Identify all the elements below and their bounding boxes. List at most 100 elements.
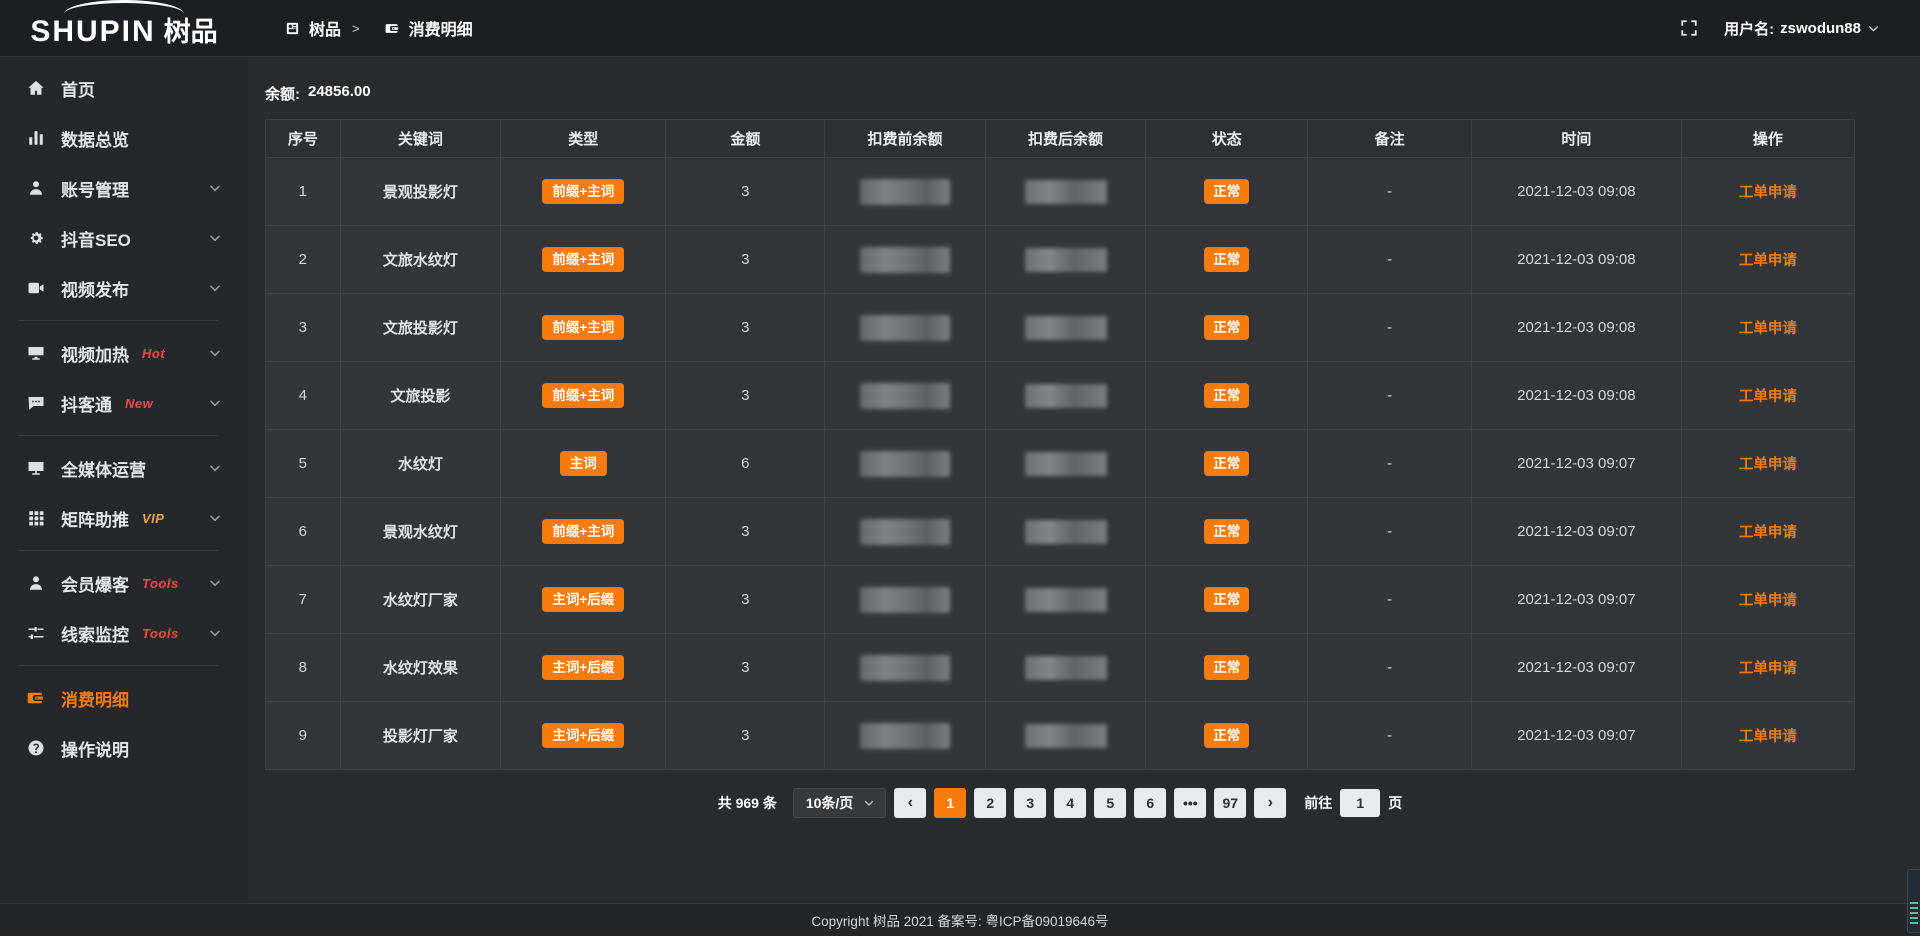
cell-time: 2021-12-03 09:08 bbox=[1471, 362, 1681, 430]
fullscreen-icon[interactable] bbox=[1680, 19, 1698, 37]
cell-remark: - bbox=[1308, 498, 1472, 566]
cell-balance-after bbox=[985, 566, 1145, 634]
page-button-1[interactable]: 1 bbox=[934, 788, 966, 818]
logo-arc bbox=[64, 0, 184, 14]
column-header: 操作 bbox=[1681, 120, 1854, 158]
balance-row: 余额: 24856.00 bbox=[265, 83, 1855, 104]
goto-page-input[interactable] bbox=[1340, 789, 1380, 817]
video-icon bbox=[27, 279, 45, 297]
sidebar-item-矩阵助推[interactable]: 矩阵助推VIP bbox=[0, 493, 248, 543]
work-order-link[interactable]: 工单申请 bbox=[1739, 253, 1797, 269]
column-header: 金额 bbox=[666, 120, 825, 158]
sidebar-item-消费明细[interactable]: 消费明细 bbox=[0, 673, 248, 723]
app-logo[interactable]: SHUPIN 树品 bbox=[0, 0, 248, 57]
page-size-select[interactable]: 10条/页 bbox=[793, 788, 886, 818]
redacted-balance-before bbox=[860, 587, 950, 613]
goto-suffix: 页 bbox=[1388, 793, 1402, 813]
chevron-down-icon bbox=[863, 797, 875, 809]
cell-amount: 6 bbox=[666, 430, 825, 498]
work-order-link[interactable]: 工单申请 bbox=[1739, 593, 1797, 609]
table-row: 1景观投影灯前缀+主词3正常-2021-12-03 09:08工单申请 bbox=[266, 158, 1855, 226]
page-button-3[interactable]: 3 bbox=[1014, 788, 1046, 818]
cell-status: 正常 bbox=[1146, 498, 1308, 566]
sidebar-item-数据总览[interactable]: 数据总览 bbox=[0, 113, 248, 163]
table-row: 5水纹灯主词6正常-2021-12-03 09:07工单申请 bbox=[266, 430, 1855, 498]
floating-widget[interactable] bbox=[1907, 869, 1920, 933]
sidebar-item-线索监控[interactable]: 线索监控Tools bbox=[0, 608, 248, 658]
page-button-5[interactable]: 5 bbox=[1094, 788, 1126, 818]
page-button-2[interactable]: 2 bbox=[974, 788, 1006, 818]
wallet-icon bbox=[385, 21, 400, 36]
page-buttons: 123456 ••• 97 bbox=[934, 788, 1246, 818]
work-order-link[interactable]: 工单申请 bbox=[1739, 661, 1797, 677]
cell-type: 前缀+主词 bbox=[501, 362, 666, 430]
work-order-link[interactable]: 工单申请 bbox=[1739, 185, 1797, 201]
next-page-button[interactable]: › bbox=[1254, 788, 1286, 818]
redacted-balance-after bbox=[1025, 724, 1107, 748]
status-badge: 正常 bbox=[1204, 383, 1249, 409]
cell-balance-before bbox=[825, 702, 985, 770]
sidebar-menu: 首页数据总览账号管理抖音SEO视频发布视频加热Hot抖客通New 全媒体运营矩阵助… bbox=[0, 63, 248, 773]
breadcrumb-item-current: 消费明细 bbox=[409, 16, 473, 40]
sidebar-divider bbox=[18, 550, 218, 551]
redacted-balance-after bbox=[1025, 384, 1107, 408]
cell-status: 正常 bbox=[1146, 362, 1308, 430]
sidebar-item-全媒体运营[interactable]: 全媒体运营 bbox=[0, 443, 248, 493]
chevron-down-icon bbox=[1867, 22, 1880, 35]
sidebar-item-视频发布[interactable]: 视频发布 bbox=[0, 263, 248, 313]
status-badge: 正常 bbox=[1204, 315, 1249, 341]
page-button-6[interactable]: 6 bbox=[1134, 788, 1166, 818]
cell-remark: - bbox=[1308, 430, 1472, 498]
work-order-link[interactable]: 工单申请 bbox=[1739, 729, 1797, 745]
cell-type: 主词+后缀 bbox=[501, 702, 666, 770]
sidebar-item-账号管理[interactable]: 账号管理 bbox=[0, 163, 248, 213]
sidebar-item-抖音SEO[interactable]: 抖音SEO bbox=[0, 213, 248, 263]
redacted-balance-before bbox=[860, 247, 950, 273]
cell-balance-after bbox=[985, 158, 1145, 226]
breadcrumb: 树品 > 消费明细 bbox=[285, 16, 473, 40]
cell-action: 工单申请 bbox=[1681, 702, 1854, 770]
cell-amount: 3 bbox=[666, 634, 825, 702]
column-header: 扣费后余额 bbox=[985, 120, 1145, 158]
cell-amount: 3 bbox=[666, 294, 825, 362]
user-menu[interactable]: 用户名: zswodun88 bbox=[1724, 18, 1880, 39]
page-button-4[interactable]: 4 bbox=[1054, 788, 1086, 818]
sidebar-item-视频加热[interactable]: 视频加热Hot bbox=[0, 328, 248, 378]
work-order-link[interactable]: 工单申请 bbox=[1739, 321, 1797, 337]
logo-text-cn: 树品 bbox=[164, 19, 218, 46]
cell-amount: 3 bbox=[666, 226, 825, 294]
sidebar-item-会员爆客[interactable]: 会员爆客Tools bbox=[0, 558, 248, 608]
work-order-link[interactable]: 工单申请 bbox=[1739, 457, 1797, 473]
sidebar-item-首页[interactable]: 首页 bbox=[0, 63, 248, 113]
redacted-balance-after bbox=[1025, 452, 1107, 476]
sidebar-item-抖客通[interactable]: 抖客通New bbox=[0, 378, 248, 428]
breadcrumb-item-home[interactable]: 树品 bbox=[309, 16, 341, 40]
cell-keyword: 景观水纹灯 bbox=[340, 498, 500, 566]
sidebar-item-label: 抖客通 bbox=[61, 391, 112, 416]
cell-keyword: 文旅水纹灯 bbox=[340, 226, 500, 294]
redacted-balance-before bbox=[860, 723, 950, 749]
prev-page-button[interactable]: ‹ bbox=[894, 788, 926, 818]
sidebar-item-操作说明[interactable]: 操作说明 bbox=[0, 723, 248, 773]
work-order-link[interactable]: 工单申请 bbox=[1739, 389, 1797, 405]
type-badge: 前缀+主词 bbox=[542, 247, 624, 273]
cell-index: 7 bbox=[266, 566, 341, 634]
page-ellipsis-button[interactable]: ••• bbox=[1174, 788, 1206, 818]
work-order-link[interactable]: 工单申请 bbox=[1739, 525, 1797, 541]
cell-keyword: 水纹灯厂家 bbox=[340, 566, 500, 634]
cell-amount: 3 bbox=[666, 362, 825, 430]
chevron-down-icon bbox=[206, 461, 224, 475]
cell-type: 主词+后缀 bbox=[501, 634, 666, 702]
cell-status: 正常 bbox=[1146, 158, 1308, 226]
table-header: 序号关键词类型金额扣费前余额扣费后余额状态备注时间操作 bbox=[266, 120, 1855, 158]
balance-label: 余额: bbox=[265, 83, 300, 104]
top-bar: SHUPIN 树品 树品 > 消费明细 用户名: zswodun88 bbox=[0, 0, 1920, 57]
pagination-total: 共 969 条 bbox=[718, 793, 777, 813]
redacted-balance-before bbox=[860, 519, 950, 545]
status-badge: 正常 bbox=[1204, 451, 1249, 477]
logo-text-en: SHUPIN bbox=[30, 17, 155, 47]
page-button-97[interactable]: 97 bbox=[1214, 788, 1246, 818]
cell-action: 工单申请 bbox=[1681, 430, 1854, 498]
table-row: 7水纹灯厂家主词+后缀3正常-2021-12-03 09:07工单申请 bbox=[266, 566, 1855, 634]
redacted-balance-after bbox=[1025, 520, 1107, 544]
